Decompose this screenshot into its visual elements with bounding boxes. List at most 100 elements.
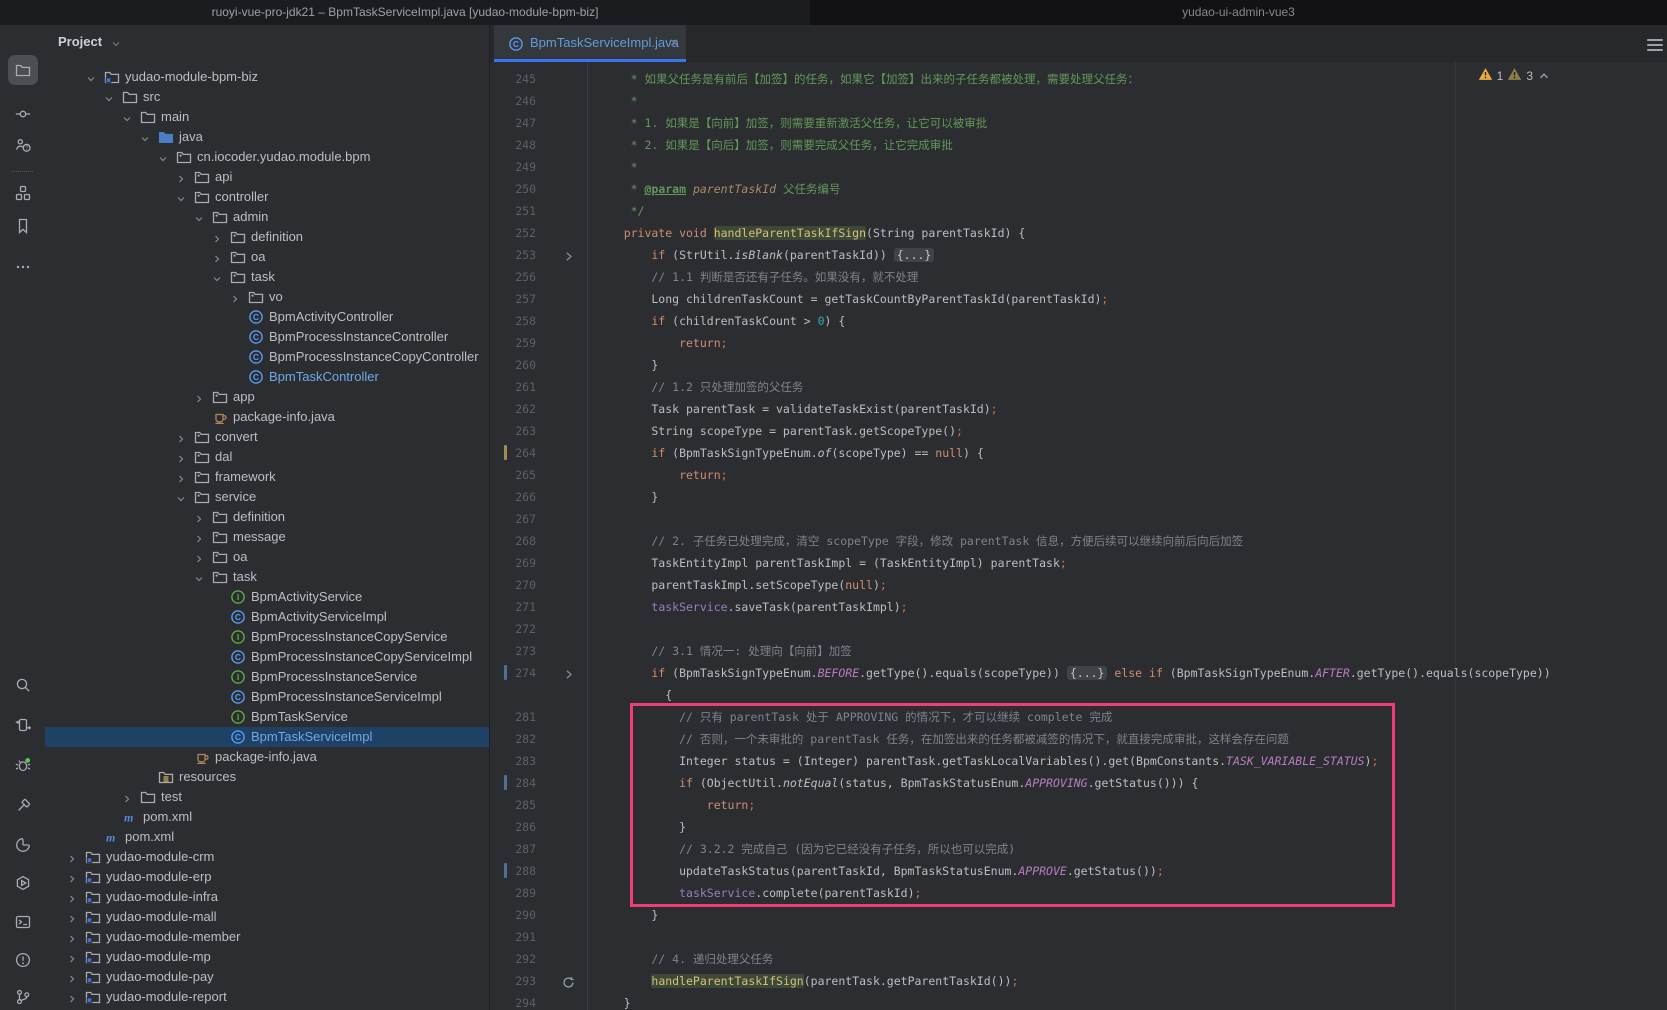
editor-menu-icon[interactable] — [1647, 36, 1663, 50]
line-number[interactable]: 281 — [490, 706, 536, 728]
tree-item-yudao-module-mall[interactable]: yudao-module-mall — [45, 907, 489, 927]
chevron-down-icon[interactable] — [103, 91, 115, 103]
chevron-right-icon[interactable] — [66, 911, 78, 923]
line-number[interactable]: 246 — [490, 90, 536, 112]
line-number[interactable]: 268 — [490, 530, 536, 552]
chevron-right-icon[interactable] — [175, 431, 187, 443]
tree-item-bpmtaskservice[interactable]: IBpmTaskService — [45, 707, 489, 727]
tree-item-resources[interactable]: resources — [45, 767, 489, 787]
line-number[interactable]: 289 — [490, 882, 536, 904]
line-number[interactable]: 283 — [490, 750, 536, 772]
search-icon[interactable] — [8, 670, 38, 700]
tree-item-bpmactivityservice[interactable]: IBpmActivityService — [45, 587, 489, 607]
line-number[interactable]: 249 — [490, 156, 536, 178]
bookmarks-icon[interactable] — [8, 211, 38, 241]
chevron-right-icon[interactable] — [66, 991, 78, 1003]
tree-item-task[interactable]: task — [45, 267, 489, 287]
tree-item-oa[interactable]: oa — [45, 247, 489, 267]
tree-item-oa[interactable]: oa — [45, 547, 489, 567]
run-anything-icon[interactable] — [8, 710, 38, 740]
line-number[interactable]: 286 — [490, 816, 536, 838]
chevron-down-icon[interactable] — [193, 211, 205, 223]
folded-region[interactable]: {...} — [1067, 666, 1108, 680]
tree-item-task[interactable]: task — [45, 567, 489, 587]
line-number[interactable]: 269 — [490, 552, 536, 574]
chevron-right-icon[interactable] — [229, 291, 241, 303]
tree-item-admin[interactable]: admin — [45, 207, 489, 227]
line-number[interactable]: 294 — [490, 992, 536, 1010]
chevron-down-icon[interactable] — [193, 571, 205, 583]
line-number[interactable]: 271 — [490, 596, 536, 618]
chevron-down-icon[interactable] — [85, 71, 97, 83]
tree-item-yudao-module-member[interactable]: yudao-module-member — [45, 927, 489, 947]
tree-item-test[interactable]: test — [45, 787, 489, 807]
debug-icon[interactable] — [8, 750, 38, 780]
line-number[interactable]: 292 — [490, 948, 536, 970]
tree-item-main[interactable]: main — [45, 107, 489, 127]
line-number[interactable]: 293 — [490, 970, 536, 992]
line-number[interactable]: 270 — [490, 574, 536, 596]
tree-item-java[interactable]: java — [45, 127, 489, 147]
chevron-right-icon[interactable] — [66, 871, 78, 883]
profiler-icon[interactable] — [8, 830, 38, 860]
chevron-right-icon[interactable] — [193, 391, 205, 403]
project-panel-header[interactable]: Project — [45, 25, 489, 62]
terminal-icon[interactable] — [8, 907, 38, 937]
chevron-right-icon[interactable] — [193, 551, 205, 563]
line-number[interactable]: 282 — [490, 728, 536, 750]
folded-region[interactable]: {...} — [894, 248, 935, 262]
line-number[interactable]: 285 — [490, 794, 536, 816]
chevron-down-icon[interactable] — [157, 151, 169, 163]
line-number[interactable]: 262 — [490, 398, 536, 420]
tree-item-yudao-module-infra[interactable]: yudao-module-infra — [45, 887, 489, 907]
tree-item-yudao-module-erp[interactable]: yudao-module-erp — [45, 867, 489, 887]
tree-item-package-info-java[interactable]: package-info.java — [45, 407, 489, 427]
line-number[interactable]: 291 — [490, 926, 536, 948]
tree-item-yudao-module-report[interactable]: yudao-module-report — [45, 987, 489, 1007]
chevron-down-icon[interactable] — [175, 191, 187, 203]
line-number[interactable]: 260 — [490, 354, 536, 376]
tree-item-bpmprocessinstancecopycontroller[interactable]: CBpmProcessInstanceCopyController — [45, 347, 489, 367]
structure-icon[interactable] — [8, 178, 38, 208]
line-number[interactable]: 274 — [490, 662, 536, 684]
line-number[interactable]: 287 — [490, 838, 536, 860]
line-number[interactable]: 261 — [490, 376, 536, 398]
chevron-right-icon[interactable] — [193, 531, 205, 543]
fold-arrow-icon[interactable] — [562, 248, 575, 261]
chevron-right-icon[interactable] — [121, 791, 133, 803]
tree-item-vo[interactable]: vo — [45, 287, 489, 307]
tree-item-yudao-module-mp[interactable]: yudao-module-mp — [45, 947, 489, 967]
line-number[interactable]: 245 — [490, 68, 536, 90]
line-number[interactable]: 284 — [490, 772, 536, 794]
line-number[interactable]: 272 — [490, 618, 536, 640]
tree-item-package-info-java[interactable]: package-info.java — [45, 747, 489, 767]
tree-item-controller[interactable]: controller — [45, 187, 489, 207]
line-number[interactable]: 248 — [490, 134, 536, 156]
tree-item-convert[interactable]: convert — [45, 427, 489, 447]
tree-item-cn-iocoder-yudao-module-bpm[interactable]: cn.iocoder.yudao.module.bpm — [45, 147, 489, 167]
line-number[interactable]: 259 — [490, 332, 536, 354]
chevron-right-icon[interactable] — [66, 951, 78, 963]
tree-item-yudao-module-crm[interactable]: yudao-module-crm — [45, 847, 489, 867]
chevron-right-icon[interactable] — [175, 171, 187, 183]
line-number[interactable]: 290 — [490, 904, 536, 926]
line-number[interactable]: 267 — [490, 508, 536, 530]
tree-item-service[interactable]: service — [45, 487, 489, 507]
tree-item-bpmactivityserviceimpl[interactable]: CBpmActivityServiceImpl — [45, 607, 489, 627]
chevron-right-icon[interactable] — [66, 851, 78, 863]
chevron-down-icon[interactable] — [211, 271, 223, 283]
chevron-down-icon[interactable] — [139, 131, 151, 143]
line-number[interactable]: 288 — [490, 860, 536, 882]
chevron-down-icon[interactable] — [110, 38, 122, 50]
line-number[interactable]: 247 — [490, 112, 536, 134]
tree-item-definition[interactable]: definition — [45, 227, 489, 247]
line-number[interactable]: 253 — [490, 244, 536, 266]
tree-item-bpmprocessinstancecontroller[interactable]: CBpmProcessInstanceController — [45, 327, 489, 347]
chevron-down-icon[interactable] — [121, 111, 133, 123]
tree-item-bpmtaskserviceimpl[interactable]: CBpmTaskServiceImpl — [45, 727, 489, 747]
tree-item-yudao-module-pay[interactable]: yudao-module-pay — [45, 967, 489, 987]
problems-icon[interactable] — [8, 945, 38, 975]
tree-item-pom-xml[interactable]: mpom.xml — [45, 827, 489, 847]
tree-item-api[interactable]: api — [45, 167, 489, 187]
tree-item-message[interactable]: message — [45, 527, 489, 547]
